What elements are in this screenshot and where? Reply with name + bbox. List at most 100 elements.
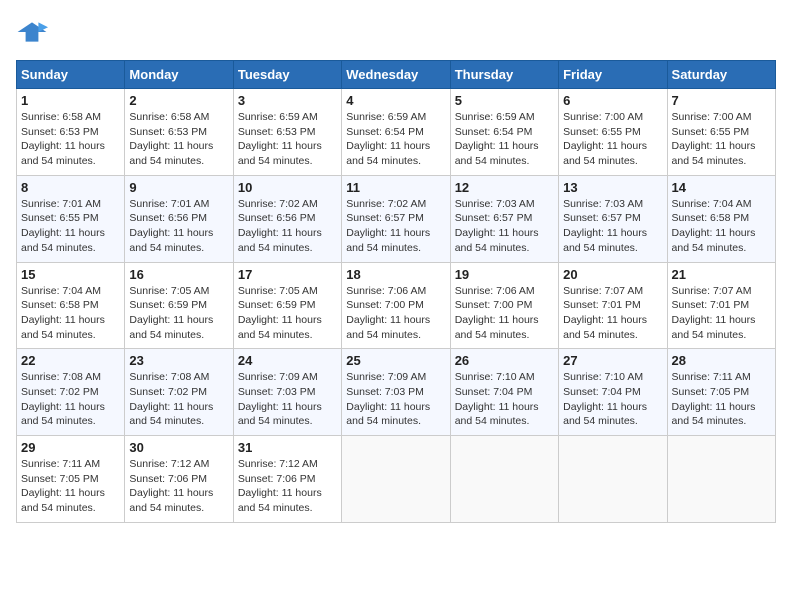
calendar-cell: 19 Sunrise: 7:06 AMSunset: 7:00 PMDayligh… <box>450 262 558 349</box>
day-info: Sunrise: 7:06 AMSunset: 7:00 PMDaylight:… <box>346 284 445 343</box>
header-wednesday: Wednesday <box>342 61 450 89</box>
day-info: Sunrise: 7:04 AMSunset: 6:58 PMDaylight:… <box>672 197 771 256</box>
day-number: 25 <box>346 353 445 368</box>
calendar-cell: 13Sunrise: 7:03 AMSunset: 6:57 PMDayligh… <box>559 175 667 262</box>
day-info: Sunrise: 6:59 AMSunset: 6:53 PMDaylight:… <box>238 110 337 169</box>
day-number: 3 <box>238 93 337 108</box>
calendar-cell: 25 Sunrise: 7:09 AMSunset: 7:03 PMDayligh… <box>342 349 450 436</box>
day-info: Sunrise: 7:09 AMSunset: 7:03 PMDaylight:… <box>346 370 445 429</box>
day-number: 27 <box>563 353 662 368</box>
day-info: Sunrise: 7:11 AMSunset: 7:05 PMDaylight:… <box>21 457 120 516</box>
header-sunday: Sunday <box>17 61 125 89</box>
day-number: 17 <box>238 267 337 282</box>
day-info: Sunrise: 7:09 AMSunset: 7:03 PMDaylight:… <box>238 370 337 429</box>
day-info: Sunrise: 7:04 AMSunset: 6:58 PMDaylight:… <box>21 284 120 343</box>
calendar-cell: 31 Sunrise: 7:12 AMSunset: 7:06 PMDayligh… <box>233 436 341 523</box>
day-info: Sunrise: 6:59 AMSunset: 6:54 PMDaylight:… <box>455 110 554 169</box>
day-number: 16 <box>129 267 228 282</box>
calendar-header-row: SundayMondayTuesdayWednesdayThursdayFrid… <box>17 61 776 89</box>
day-number: 18 <box>346 267 445 282</box>
day-number: 26 <box>455 353 554 368</box>
day-number: 2 <box>129 93 228 108</box>
day-info: Sunrise: 6:58 AMSunset: 6:53 PMDaylight:… <box>129 110 228 169</box>
day-number: 8 <box>21 180 120 195</box>
header-thursday: Thursday <box>450 61 558 89</box>
day-info: Sunrise: 7:01 AMSunset: 6:56 PMDaylight:… <box>129 197 228 256</box>
day-info: Sunrise: 6:58 AMSunset: 6:53 PMDaylight:… <box>21 110 120 169</box>
calendar-week-row: 1Sunrise: 6:58 AMSunset: 6:53 PMDaylight… <box>17 89 776 176</box>
day-number: 22 <box>21 353 120 368</box>
day-info: Sunrise: 7:10 AMSunset: 7:04 PMDaylight:… <box>563 370 662 429</box>
day-info: Sunrise: 7:12 AMSunset: 7:06 PMDaylight:… <box>238 457 337 516</box>
calendar-cell: 23Sunrise: 7:08 AMSunset: 7:02 PMDayligh… <box>125 349 233 436</box>
calendar-cell: 10 Sunrise: 7:02 AMSunset: 6:56 PMDayligh… <box>233 175 341 262</box>
day-info: Sunrise: 7:12 AMSunset: 7:06 PMDaylight:… <box>129 457 228 516</box>
day-number: 12 <box>455 180 554 195</box>
calendar-cell: 11 Sunrise: 7:02 AMSunset: 6:57 PMDayligh… <box>342 175 450 262</box>
header-tuesday: Tuesday <box>233 61 341 89</box>
calendar-table: SundayMondayTuesdayWednesdayThursdayFrid… <box>16 60 776 523</box>
day-info: Sunrise: 7:00 AMSunset: 6:55 PMDaylight:… <box>672 110 771 169</box>
day-number: 28 <box>672 353 771 368</box>
header-saturday: Saturday <box>667 61 775 89</box>
day-number: 14 <box>672 180 771 195</box>
day-info: Sunrise: 7:03 AMSunset: 6:57 PMDaylight:… <box>455 197 554 256</box>
calendar-cell <box>559 436 667 523</box>
day-number: 24 <box>238 353 337 368</box>
day-info: Sunrise: 7:00 AMSunset: 6:55 PMDaylight:… <box>563 110 662 169</box>
day-number: 31 <box>238 440 337 455</box>
day-number: 6 <box>563 93 662 108</box>
day-number: 11 <box>346 180 445 195</box>
day-info: Sunrise: 6:59 AMSunset: 6:54 PMDaylight:… <box>346 110 445 169</box>
calendar-cell: 5 Sunrise: 6:59 AMSunset: 6:54 PMDaylight… <box>450 89 558 176</box>
calendar-cell: 4Sunrise: 6:59 AMSunset: 6:54 PMDaylight… <box>342 89 450 176</box>
calendar-cell: 16 Sunrise: 7:05 AMSunset: 6:59 PMDayligh… <box>125 262 233 349</box>
day-info: Sunrise: 7:07 AMSunset: 7:01 PMDaylight:… <box>672 284 771 343</box>
day-info: Sunrise: 7:08 AMSunset: 7:02 PMDaylight:… <box>21 370 120 429</box>
logo-icon <box>16 16 48 48</box>
day-info: Sunrise: 7:01 AMSunset: 6:55 PMDaylight:… <box>21 197 120 256</box>
day-number: 13 <box>563 180 662 195</box>
calendar-cell: 30Sunrise: 7:12 AMSunset: 7:06 PMDayligh… <box>125 436 233 523</box>
calendar-cell: 2 Sunrise: 6:58 AMSunset: 6:53 PMDaylight… <box>125 89 233 176</box>
calendar-cell: 29 Sunrise: 7:11 AMSunset: 7:05 PMDayligh… <box>17 436 125 523</box>
header-friday: Friday <box>559 61 667 89</box>
calendar-week-row: 15 Sunrise: 7:04 AMSunset: 6:58 PMDayligh… <box>17 262 776 349</box>
calendar-cell: 15 Sunrise: 7:04 AMSunset: 6:58 PMDayligh… <box>17 262 125 349</box>
calendar-week-row: 29 Sunrise: 7:11 AMSunset: 7:05 PMDayligh… <box>17 436 776 523</box>
calendar-cell: 1Sunrise: 6:58 AMSunset: 6:53 PMDaylight… <box>17 89 125 176</box>
calendar-cell <box>450 436 558 523</box>
calendar-cell: 3 Sunrise: 6:59 AMSunset: 6:53 PMDaylight… <box>233 89 341 176</box>
page-header <box>16 16 776 48</box>
day-info: Sunrise: 7:07 AMSunset: 7:01 PMDaylight:… <box>563 284 662 343</box>
day-number: 7 <box>672 93 771 108</box>
day-number: 15 <box>21 267 120 282</box>
day-info: Sunrise: 7:02 AMSunset: 6:56 PMDaylight:… <box>238 197 337 256</box>
calendar-cell: 17Sunrise: 7:05 AMSunset: 6:59 PMDayligh… <box>233 262 341 349</box>
calendar-cell: 28 Sunrise: 7:11 AMSunset: 7:05 PMDayligh… <box>667 349 775 436</box>
calendar-cell: 7 Sunrise: 7:00 AMSunset: 6:55 PMDaylight… <box>667 89 775 176</box>
day-number: 21 <box>672 267 771 282</box>
day-number: 10 <box>238 180 337 195</box>
calendar-cell: 20Sunrise: 7:07 AMSunset: 7:01 PMDayligh… <box>559 262 667 349</box>
day-info: Sunrise: 7:06 AMSunset: 7:00 PMDaylight:… <box>455 284 554 343</box>
day-number: 19 <box>455 267 554 282</box>
day-number: 29 <box>21 440 120 455</box>
header-monday: Monday <box>125 61 233 89</box>
calendar-cell: 21 Sunrise: 7:07 AMSunset: 7:01 PMDayligh… <box>667 262 775 349</box>
day-info: Sunrise: 7:08 AMSunset: 7:02 PMDaylight:… <box>129 370 228 429</box>
day-number: 5 <box>455 93 554 108</box>
calendar-cell: 12 Sunrise: 7:03 AMSunset: 6:57 PMDayligh… <box>450 175 558 262</box>
calendar-cell <box>342 436 450 523</box>
calendar-cell <box>667 436 775 523</box>
calendar-cell: 27 Sunrise: 7:10 AMSunset: 7:04 PMDayligh… <box>559 349 667 436</box>
day-info: Sunrise: 7:11 AMSunset: 7:05 PMDaylight:… <box>672 370 771 429</box>
calendar-cell: 24 Sunrise: 7:09 AMSunset: 7:03 PMDayligh… <box>233 349 341 436</box>
calendar-cell: 22 Sunrise: 7:08 AMSunset: 7:02 PMDayligh… <box>17 349 125 436</box>
day-number: 9 <box>129 180 228 195</box>
calendar-cell: 9 Sunrise: 7:01 AMSunset: 6:56 PMDaylight… <box>125 175 233 262</box>
day-info: Sunrise: 7:02 AMSunset: 6:57 PMDaylight:… <box>346 197 445 256</box>
day-info: Sunrise: 7:05 AMSunset: 6:59 PMDaylight:… <box>129 284 228 343</box>
calendar-cell: 6 Sunrise: 7:00 AMSunset: 6:55 PMDaylight… <box>559 89 667 176</box>
calendar-cell: 18 Sunrise: 7:06 AMSunset: 7:00 PMDayligh… <box>342 262 450 349</box>
